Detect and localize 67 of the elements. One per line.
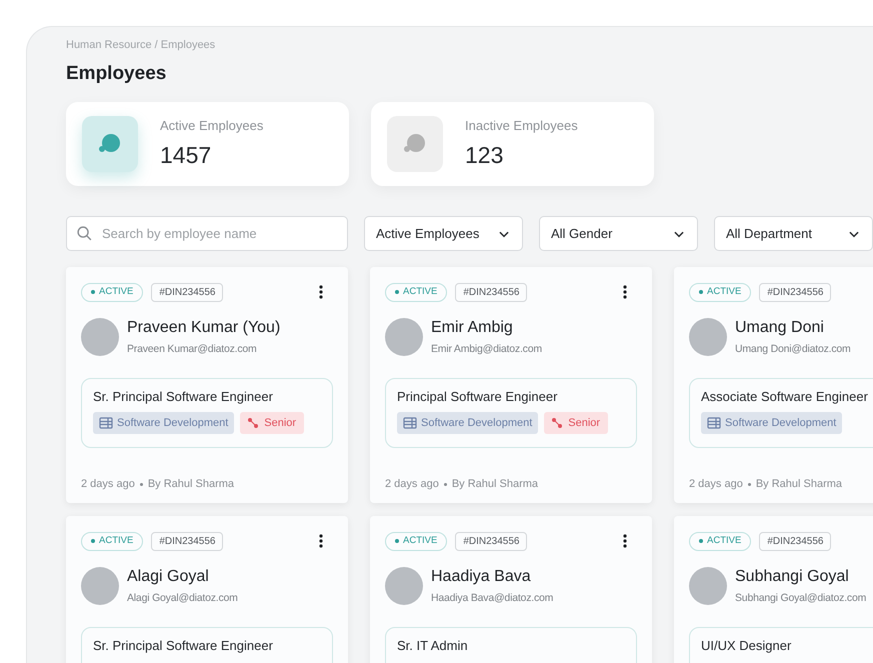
stat-label: Active Employees <box>160 117 264 135</box>
table-icon <box>403 417 417 430</box>
status-badge: ACTIVE <box>81 532 144 550</box>
updated-time: 2 days ago <box>81 476 135 492</box>
avatar <box>689 566 727 605</box>
more-options-icon[interactable] <box>319 285 323 299</box>
job-title: Sr. Principal Software Engineer <box>93 388 274 406</box>
avatar <box>81 566 119 605</box>
author-name: By Rahul Sharma <box>452 476 538 492</box>
employee-email: Alagi Goyal@diatoz.com <box>127 591 238 606</box>
updated-time: 2 days ago <box>689 476 743 492</box>
author-name: By Rahul Sharma <box>756 476 842 492</box>
job-title: Sr. Principal Software Engineer <box>93 636 274 655</box>
employee-email: Umang Doni@diatoz.com <box>735 342 851 357</box>
status-badge: ACTIVE <box>385 532 448 550</box>
employee-id: #DIN234556 <box>151 532 224 550</box>
employee-email: Subhangi Goyal@diatoz.com <box>735 591 866 606</box>
updated-time: 2 days ago <box>385 476 439 492</box>
employee-id: #DIN234556 <box>151 282 224 302</box>
employee-email: Emir Ambig@diatoz.com <box>431 342 542 357</box>
employee-id: #DIN234556 <box>455 282 528 302</box>
employee-name: Praveen Kumar (You) <box>127 318 280 338</box>
more-options-icon[interactable] <box>319 534 323 548</box>
author-name: By Rahul Sharma <box>148 476 234 492</box>
job-title: Sr. IT Admin <box>397 636 469 655</box>
filter-dropdown[interactable]: Active Employees <box>364 216 523 251</box>
status-badge: ACTIVE <box>689 282 752 302</box>
employee-id: #DIN234556 <box>759 532 832 550</box>
job-title: Associate Software Engineer <box>701 388 869 406</box>
breadcrumb: Human Resource / Employees <box>66 38 216 53</box>
employee-email: Praveen Kumar@diatoz.com <box>127 342 258 357</box>
status-badge: ACTIVE <box>385 282 448 302</box>
employee-name: Alagi Goyal <box>127 567 210 587</box>
table-icon <box>99 417 113 430</box>
status-badge: ACTIVE <box>81 282 144 302</box>
job-title: Principal Software Engineer <box>397 388 558 406</box>
employee-name: Subhangi Goyal <box>735 567 850 587</box>
search-icon <box>76 225 93 242</box>
filter-dropdown[interactable]: All Gender <box>539 216 698 251</box>
stat-value: 1457 <box>160 140 212 170</box>
more-options-icon[interactable] <box>623 534 627 548</box>
search-field[interactable]: Search by employee name <box>66 216 348 251</box>
path-icon <box>552 418 562 428</box>
avatar <box>385 318 423 356</box>
employee-name: Emir Ambig <box>431 318 514 338</box>
avatar <box>689 318 727 356</box>
employee-name: Umang Doni <box>735 318 825 338</box>
level-tag: Senior <box>544 412 608 434</box>
employee-name: Haadiya Bava <box>431 567 532 587</box>
department-tag: Software Development <box>93 412 234 434</box>
level-tag: Senior <box>240 412 304 434</box>
more-options-icon[interactable] <box>623 285 627 299</box>
employee-id: #DIN234556 <box>455 532 528 550</box>
department-tag: Software Development <box>397 412 538 434</box>
avatar <box>385 566 423 605</box>
job-title: UI/UX Designer <box>701 636 792 655</box>
stat-label: Inactive Employees <box>465 117 578 135</box>
status-badge: ACTIVE <box>689 532 752 550</box>
employee-id: #DIN234556 <box>759 282 832 302</box>
employee-email: Haadiya Bava@diatoz.com <box>431 591 554 606</box>
filter-dropdown[interactable]: All Department <box>714 216 873 251</box>
page-title: Employees <box>66 62 168 86</box>
stat-value: 123 <box>465 140 504 170</box>
path-icon <box>248 418 258 428</box>
table-icon <box>707 417 721 430</box>
avatar <box>81 318 119 356</box>
department-tag: Software Development <box>701 412 842 434</box>
